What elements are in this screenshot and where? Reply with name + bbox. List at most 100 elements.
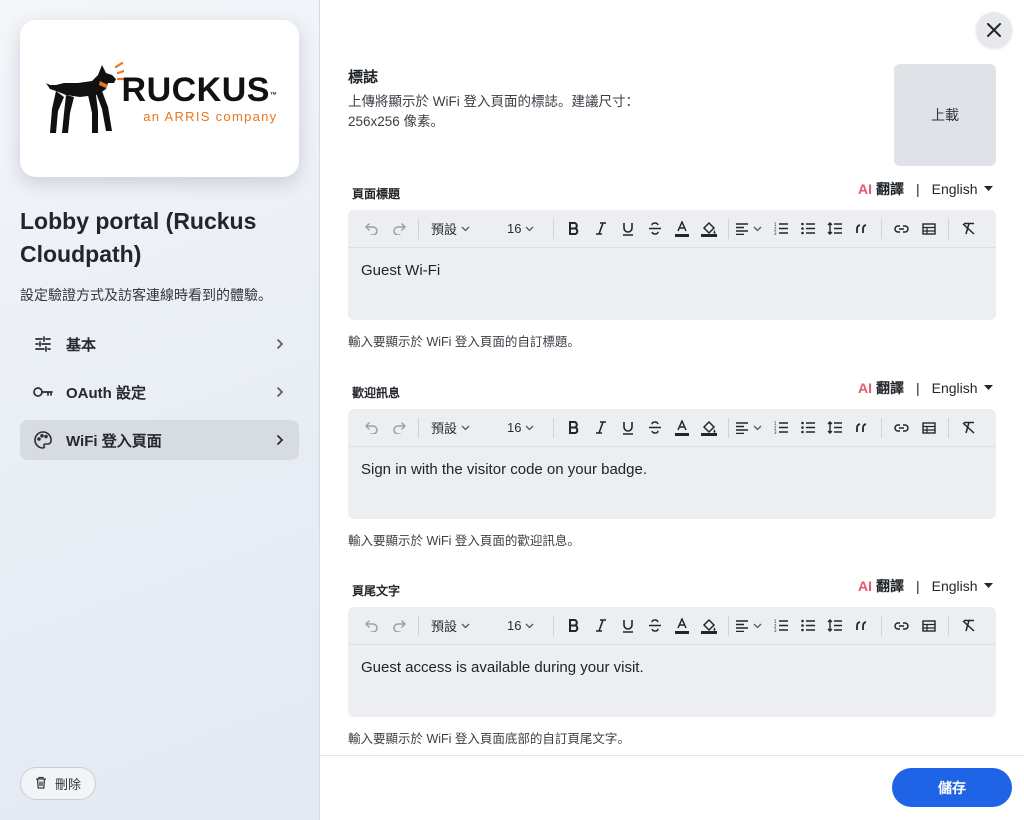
align-select[interactable] — [735, 222, 767, 235]
sliders-icon — [32, 333, 54, 355]
ordered-list-button[interactable]: 123 — [767, 217, 794, 241]
bold-button[interactable] — [560, 217, 587, 241]
font-size-select[interactable]: 16 — [507, 221, 547, 236]
ordered-list-icon: 123 — [774, 421, 788, 434]
underline-button[interactable] — [614, 614, 641, 638]
welcome-message-input[interactable]: Sign in with the visitor code on your ba… — [348, 447, 996, 519]
logo-section-description: 上傳將顯示於 WiFi 登入頁面的標誌。建議尺寸：256x256 像素。 — [348, 94, 639, 129]
bold-button[interactable] — [560, 416, 587, 440]
bullet-list-button[interactable] — [794, 416, 821, 440]
blockquote-button[interactable] — [848, 614, 875, 638]
align-left-icon — [736, 619, 748, 632]
line-height-button[interactable] — [821, 217, 848, 241]
italic-icon — [595, 619, 606, 632]
text-color-button[interactable] — [668, 416, 695, 440]
quote-icon — [855, 223, 866, 233]
page-title-input[interactable]: Guest Wi-Fi — [348, 248, 996, 320]
italic-button[interactable] — [587, 614, 614, 638]
format-select[interactable]: 預設 — [425, 219, 501, 238]
caret-down-icon — [983, 583, 993, 588]
text-color-icon — [674, 220, 689, 237]
close-icon — [987, 23, 1001, 37]
sidebar-item-oauth[interactable]: OAuth 設定 — [20, 372, 299, 412]
align-left-icon — [736, 421, 748, 434]
align-select[interactable] — [735, 421, 767, 434]
line-height-button[interactable] — [821, 416, 848, 440]
language-dropdown[interactable]: English — [932, 578, 993, 594]
footer-text-editor: 預設 16 123 Guest access is available duri… — [348, 607, 996, 717]
bullet-list-icon — [800, 421, 815, 434]
translate-button[interactable]: 翻譯 — [876, 378, 904, 398]
translate-button[interactable]: 翻譯 — [876, 576, 904, 596]
link-button[interactable] — [888, 217, 915, 241]
bullet-list-button[interactable] — [794, 217, 821, 241]
undo-icon — [364, 619, 378, 632]
link-button[interactable] — [888, 614, 915, 638]
logo-section-title: 標誌 — [348, 69, 379, 86]
strikethrough-button[interactable] — [641, 416, 668, 440]
language-dropdown[interactable]: English — [932, 181, 993, 197]
line-height-icon — [827, 619, 842, 632]
ordered-list-button[interactable]: 123 — [767, 614, 794, 638]
sidebar-nav: 基本 OAuth 設定 WiFi 登入頁面 — [20, 324, 299, 468]
underline-button[interactable] — [614, 416, 641, 440]
redo-button[interactable] — [385, 217, 412, 241]
highlight-color-button[interactable] — [695, 614, 722, 638]
bold-button[interactable] — [560, 614, 587, 638]
sidebar-item-basic[interactable]: 基本 — [20, 324, 299, 364]
table-button[interactable] — [915, 416, 942, 440]
clear-format-button[interactable] — [955, 416, 982, 440]
translate-button[interactable]: 翻譯 — [876, 179, 904, 199]
format-select[interactable]: 預設 — [425, 616, 501, 635]
language-dropdown[interactable]: English — [932, 380, 993, 396]
strikethrough-button[interactable] — [641, 217, 668, 241]
table-button[interactable] — [915, 614, 942, 638]
palette-icon — [32, 429, 54, 451]
clear-format-icon — [962, 421, 975, 434]
clear-format-icon — [962, 619, 975, 632]
save-button[interactable]: 儲存 — [892, 768, 1012, 807]
svg-text:3: 3 — [774, 628, 777, 632]
text-color-button[interactable] — [668, 217, 695, 241]
bold-icon — [568, 619, 578, 632]
clear-format-button[interactable] — [955, 217, 982, 241]
dog-logo-icon — [45, 61, 124, 133]
blockquote-button[interactable] — [848, 416, 875, 440]
bullet-list-button[interactable] — [794, 614, 821, 638]
ordered-list-button[interactable]: 123 — [767, 416, 794, 440]
undo-button[interactable] — [358, 416, 385, 440]
undo-button[interactable] — [358, 614, 385, 638]
delete-button[interactable]: 刪除 — [20, 767, 97, 800]
redo-button[interactable] — [385, 614, 412, 638]
italic-button[interactable] — [587, 217, 614, 241]
underline-icon — [622, 421, 633, 435]
font-size-select[interactable]: 16 — [507, 420, 547, 435]
redo-button[interactable] — [385, 416, 412, 440]
svg-text:3: 3 — [774, 430, 777, 434]
close-button[interactable] — [976, 12, 1012, 48]
footer-text-input[interactable]: Guest access is available during your vi… — [348, 645, 996, 717]
highlight-color-button[interactable] — [695, 217, 722, 241]
translate-control: AI 翻譯 | English — [858, 378, 993, 398]
strikethrough-button[interactable] — [641, 614, 668, 638]
undo-button[interactable] — [358, 217, 385, 241]
chevron-down-icon — [526, 226, 534, 231]
italic-button[interactable] — [587, 416, 614, 440]
upload-button[interactable]: 上載 — [894, 64, 996, 166]
line-height-button[interactable] — [821, 614, 848, 638]
blockquote-button[interactable] — [848, 217, 875, 241]
bullet-list-icon — [800, 619, 815, 632]
align-select[interactable] — [735, 619, 767, 632]
format-select[interactable]: 預設 — [425, 418, 501, 437]
text-color-button[interactable] — [668, 614, 695, 638]
link-button[interactable] — [888, 416, 915, 440]
clear-format-button[interactable] — [955, 614, 982, 638]
underline-button[interactable] — [614, 217, 641, 241]
sidebar-item-wifi-login-page[interactable]: WiFi 登入頁面 — [20, 420, 299, 460]
font-size-select[interactable]: 16 — [507, 618, 547, 633]
table-button[interactable] — [915, 217, 942, 241]
highlight-color-button[interactable] — [695, 416, 722, 440]
chevron-down-icon — [526, 425, 534, 430]
quote-icon — [855, 620, 866, 630]
footer-text-label: 頁尾文字 — [352, 584, 401, 598]
